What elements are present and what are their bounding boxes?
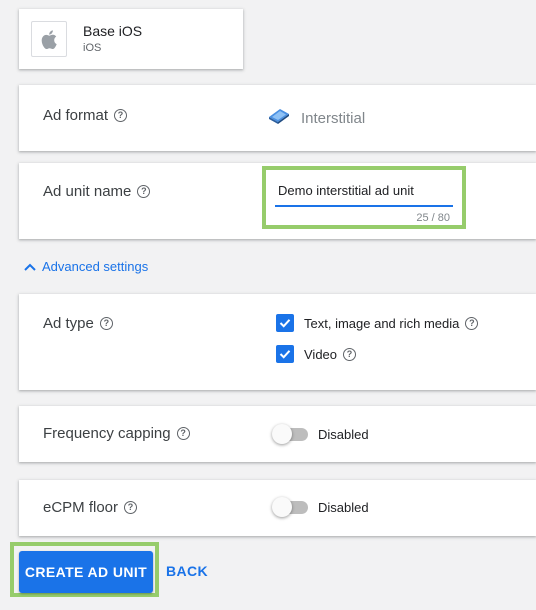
ecpm-floor-state: Disabled [318,499,369,515]
ad-format-label-group: Ad format ? [43,107,128,124]
help-icon[interactable]: ? [465,316,479,330]
frequency-capping-label: Frequency capping [43,425,171,442]
frequency-capping-state: Disabled [318,426,369,442]
ad-type-label-group: Ad type ? [43,315,113,332]
ad-format-value: Interstitial [267,107,365,129]
help-icon[interactable]: ? [99,317,113,330]
app-name: Base iOS [83,23,143,39]
ad-format-label: Ad format [43,107,109,124]
ecpm-floor-label-group: eCPM floor ? [43,499,138,516]
character-counter: 25 / 80 [416,212,450,224]
ecpm-floor-toggle-row: Disabled [272,497,369,517]
apple-icon [31,21,67,57]
ad-format-value-text: Interstitial [301,109,366,127]
switch-thumb [272,424,292,444]
input-underline [275,205,453,207]
app-card: Base iOS iOS [19,9,243,69]
ad-type-card: Ad type ? [19,294,536,390]
help-icon[interactable]: ? [114,109,128,122]
create-button-highlight: CREATE AD UNIT [10,542,159,597]
frequency-capping-toggle-row: Disabled [272,424,369,444]
ad-unit-name-label: Ad unit name [43,183,132,200]
checkbox-checked-icon[interactable] [276,345,294,363]
ad-unit-name-value: Demo interstitial ad unit [278,183,414,198]
create-ad-unit-button[interactable]: CREATE AD UNIT [19,551,153,593]
ad-type-label: Ad type [43,315,94,332]
ecpm-floor-label: eCPM floor [43,499,119,516]
ecpm-floor-switch[interactable] [272,497,310,517]
advanced-settings-toggle[interactable]: Advanced settings [24,259,148,274]
ad-type-option-text-image[interactable]: Text, image and rich media ? [276,314,479,332]
ad-unit-name-label-group: Ad unit name ? [43,183,151,200]
interstitial-icon [267,107,291,129]
checkbox-checked-icon[interactable] [276,314,294,332]
ad-format-card: Ad format ? Interstitial [19,85,536,151]
help-icon[interactable]: ? [176,427,190,440]
ad-unit-name-input[interactable]: Demo interstitial ad unit 25 / 80 [266,170,462,225]
help-icon[interactable]: ? [343,347,357,361]
frequency-capping-switch[interactable] [272,424,310,444]
ad-type-option-video[interactable]: Video ? [276,345,357,363]
chevron-up-icon [24,259,36,274]
help-icon[interactable]: ? [124,501,138,514]
frequency-capping-label-group: Frequency capping ? [43,425,190,442]
switch-thumb [272,497,292,517]
back-button[interactable]: BACK [166,563,208,579]
app-platform: iOS [83,42,102,54]
advanced-settings-label: Advanced settings [42,259,149,274]
help-icon[interactable]: ? [137,185,151,198]
ad-unit-name-highlight: Demo interstitial ad unit 25 / 80 [262,166,466,229]
option-label: Video [304,346,338,362]
option-label: Text, image and rich media [304,315,460,331]
